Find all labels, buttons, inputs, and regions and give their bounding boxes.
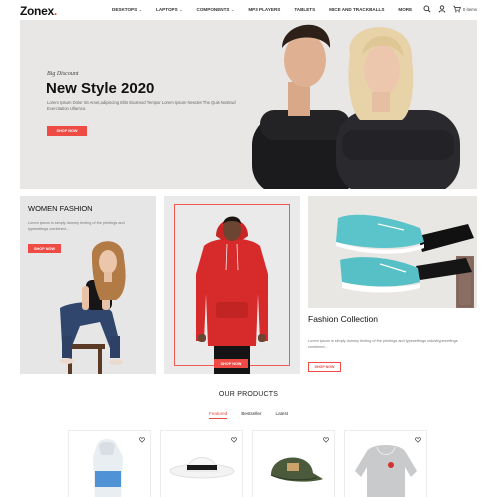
fashion-collection-title: Fashion Collection (308, 314, 378, 324)
product-image (355, 445, 417, 497)
hero-title: New Style 2020 (46, 80, 155, 97)
fashion-collection-shop-now-button[interactable]: SHOP NOW (308, 362, 341, 372)
product-card[interactable] (252, 430, 335, 497)
hoodie-model-image (196, 216, 268, 374)
nav-item-mp3-players[interactable]: MP3 PLAYERS (248, 7, 280, 12)
women-fashion-shop-now-button[interactable]: SHOP NOW (28, 244, 61, 253)
nav-item-laptops[interactable]: LAPTOPS ⌄ (156, 7, 182, 12)
hoodie-shop-now-button[interactable]: SHOP NOW (214, 359, 248, 368)
site-header: Zonex. DESKTOPS ⌄ LAPTOPS ⌄ COMPONENTS ⌄ MP… (0, 0, 497, 20)
hero-banner: Big Discount New Style 2020 Lorem Ipsum … (20, 20, 477, 189)
nav-item-components[interactable]: COMPONENTS ⌄ (197, 7, 235, 12)
tab-latest[interactable]: Latest (276, 411, 289, 419)
hero-description: Lorem Ipsum Dolor Sit Amet,adipiscing El… (47, 100, 236, 111)
sneakers-image (308, 196, 477, 308)
chevron-down-icon: ⌄ (179, 7, 183, 12)
tab-bestseller[interactable]: Bestseller (241, 411, 261, 419)
search-icon[interactable] (423, 5, 431, 13)
product-image (169, 457, 235, 479)
chevron-down-icon: ⌄ (230, 7, 235, 12)
page: Zonex. DESKTOPS ⌄ LAPTOPS ⌄ COMPONENTS ⌄ MP… (0, 0, 497, 497)
women-fashion-description: Lorem ipsum is simply dummy texting of t… (28, 221, 125, 231)
hero-subtitle: Big Discount (47, 71, 79, 77)
product-card[interactable] (344, 430, 427, 497)
cart-button[interactable]: 0 items (453, 5, 477, 13)
product-tabs: Featured Bestseller Latest (0, 411, 497, 419)
fashion-collection-description: Lorem ipsum is simply dummy texting of t… (308, 339, 458, 349)
hero-shop-now-button[interactable]: SHOP NOW (47, 126, 87, 136)
user-icon[interactable] (438, 5, 446, 13)
nav-item-mice-and-trackballs[interactable]: MICE AND TRACKBALLS (329, 7, 384, 12)
main-nav: DESKTOPS ⌄ LAPTOPS ⌄ COMPONENTS ⌄ MP3 PLAYE… (112, 7, 426, 12)
cart-count: 0 items (462, 6, 477, 12)
nav-item-more[interactable]: MORE (398, 7, 412, 12)
women-fashion-title: WOMEN FASHION (28, 204, 93, 213)
product-image (93, 439, 123, 497)
banner-hoodie[interactable]: SHOP NOW (164, 196, 300, 374)
nav-item-desktops[interactable]: DESKTOPS ⌄ (112, 7, 142, 12)
tab-featured[interactable]: Featured (208, 411, 228, 419)
chevron-down-icon: ⌄ (138, 7, 143, 12)
product-image (270, 457, 323, 482)
nav-item-tablets[interactable]: TABLETS (294, 7, 315, 12)
product-card[interactable] (160, 430, 243, 497)
logo[interactable]: Zonex. (20, 4, 57, 18)
banner-women-fashion[interactable]: WOMEN FASHION Lorem ipsum is simply dumm… (20, 196, 156, 374)
cart-icon (453, 5, 461, 13)
product-card[interactable] (68, 430, 151, 497)
banner-fashion-collection[interactable]: Fashion Collection Lorem ipsum is simply… (308, 196, 477, 374)
header-icons: 0 items (423, 5, 477, 13)
products-section-title: OUR PRODUCTS (218, 391, 279, 398)
